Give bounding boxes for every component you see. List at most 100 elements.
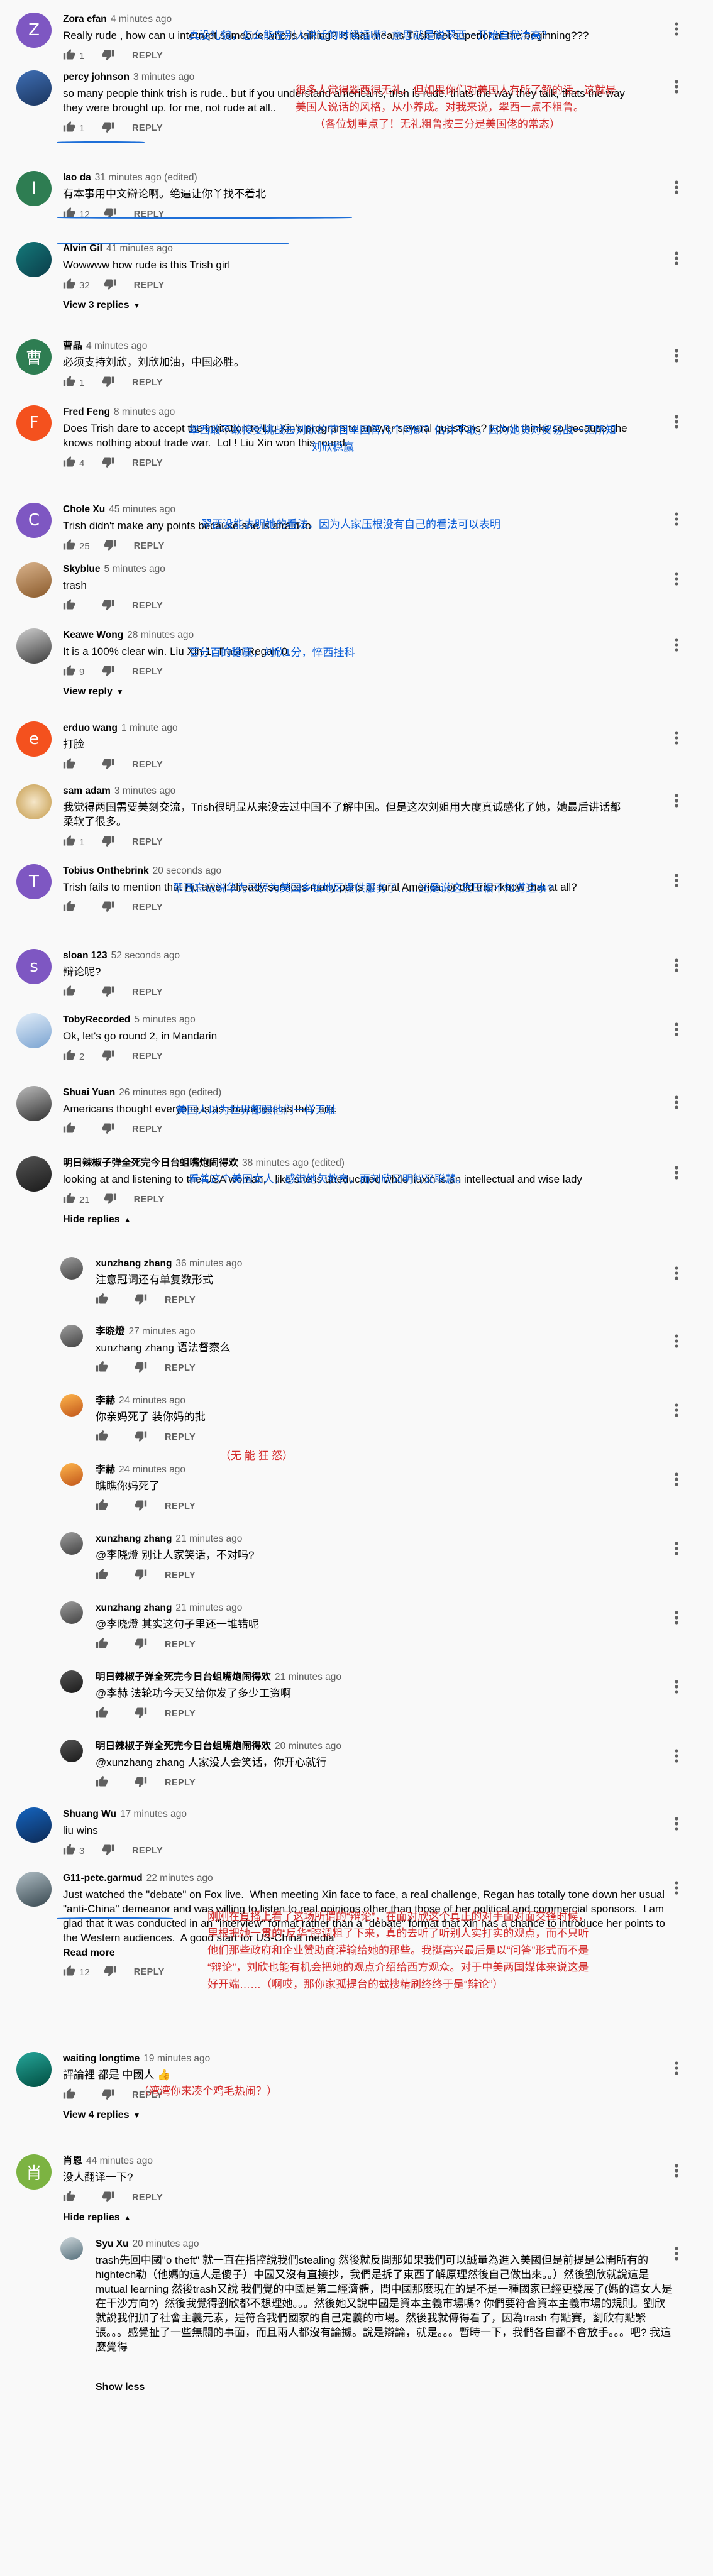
author-name[interactable]: xunzhang zhang <box>96 1603 172 1613</box>
replies-toggle[interactable]: Hide replies ▲ <box>63 2212 131 2223</box>
comment-timestamp[interactable]: 24 minutes ago <box>119 1464 185 1475</box>
comment-timestamp[interactable]: 4 minutes ago <box>111 14 172 25</box>
avatar[interactable]: e <box>16 721 52 757</box>
dislike-button[interactable] <box>135 1361 147 1376</box>
like-button[interactable] <box>63 835 75 850</box>
like-button[interactable] <box>63 1843 75 1858</box>
dislike-button[interactable] <box>135 1775 147 1790</box>
comment-timestamp[interactable]: 21 minutes ago <box>175 1603 242 1613</box>
avatar[interactable] <box>16 784 52 819</box>
reply-button[interactable]: REPLY <box>134 1967 165 1977</box>
more-vert-icon[interactable] <box>670 1674 683 1699</box>
author-name[interactable]: TobyRecorded <box>63 1014 130 1025</box>
dislike-button[interactable] <box>135 1499 147 1514</box>
avatar[interactable] <box>60 1257 83 1280</box>
comment-timestamp[interactable]: 3 minutes ago <box>114 786 175 796</box>
avatar[interactable]: Z <box>16 13 52 48</box>
like-button[interactable] <box>63 900 75 915</box>
author-name[interactable]: Keawe Wong <box>63 630 123 640</box>
more-vert-icon[interactable] <box>670 1605 683 1630</box>
like-button[interactable] <box>63 1122 75 1137</box>
dislike-button[interactable] <box>104 539 116 554</box>
dislike-button[interactable] <box>135 1568 147 1583</box>
more-vert-icon[interactable] <box>670 409 683 434</box>
like-button[interactable] <box>96 1706 108 1721</box>
avatar[interactable] <box>60 1532 83 1555</box>
dislike-button[interactable] <box>135 1706 147 1721</box>
reply-button[interactable]: REPLY <box>132 837 163 847</box>
reply-button[interactable]: REPLY <box>132 601 163 611</box>
author-name[interactable]: waiting longtime <box>63 2053 140 2064</box>
like-button[interactable] <box>63 121 75 136</box>
reply-button[interactable]: REPLY <box>134 541 165 551</box>
author-name[interactable]: xunzhang zhang <box>96 1533 172 1544</box>
avatar[interactable] <box>16 1872 52 1907</box>
comment-timestamp[interactable]: 45 minutes ago <box>109 504 175 515</box>
avatar[interactable]: 肖 <box>16 2154 52 2190</box>
reply-button[interactable]: REPLY <box>132 902 163 913</box>
more-vert-icon[interactable] <box>670 1329 683 1354</box>
comment-timestamp[interactable]: 26 minutes ago (edited) <box>119 1087 221 1098</box>
comment-timestamp[interactable]: 1 minute ago <box>121 723 178 733</box>
show-less-link[interactable]: Show less <box>96 2382 145 2393</box>
comment-timestamp[interactable]: 20 minutes ago <box>133 2239 199 2249</box>
more-vert-icon[interactable] <box>670 1017 683 1042</box>
avatar[interactable] <box>16 1086 52 1121</box>
comment-timestamp[interactable]: 3 minutes ago <box>133 72 194 82</box>
dislike-button[interactable] <box>102 598 114 613</box>
author-name[interactable]: sam adam <box>63 786 111 796</box>
dislike-button[interactable] <box>102 2088 114 2103</box>
dislike-button[interactable] <box>102 1122 114 1137</box>
reply-button[interactable]: REPLY <box>165 1295 196 1305</box>
more-vert-icon[interactable] <box>670 1811 683 1836</box>
avatar[interactable] <box>16 562 52 598</box>
comment-timestamp[interactable]: 5 minutes ago <box>104 564 165 574</box>
avatar[interactable]: s <box>16 949 52 984</box>
dislike-button[interactable] <box>104 1965 116 1980</box>
reply-button[interactable]: REPLY <box>165 1501 196 1511</box>
comment-timestamp[interactable]: 8 minutes ago <box>114 407 175 417</box>
reply-button[interactable]: REPLY <box>132 123 163 133</box>
more-vert-icon[interactable] <box>670 868 683 893</box>
more-vert-icon[interactable] <box>670 507 683 532</box>
comment-timestamp[interactable]: 31 minutes ago (edited) <box>95 172 197 183</box>
like-button[interactable] <box>63 207 75 222</box>
reply-button[interactable]: REPLY <box>132 760 163 770</box>
reply-button[interactable]: REPLY <box>134 1195 165 1205</box>
avatar[interactable] <box>60 1601 83 1624</box>
comment-timestamp[interactable]: 52 seconds ago <box>111 950 180 961</box>
comment-timestamp[interactable]: 36 minutes ago <box>175 1258 242 1269</box>
comment-timestamp[interactable]: 19 minutes ago <box>143 2053 210 2064</box>
avatar[interactable]: l <box>16 171 52 206</box>
comment-timestamp[interactable]: 22 minutes ago <box>146 1873 213 1883</box>
comment-timestamp[interactable]: 20 minutes ago <box>275 1741 341 1751</box>
more-vert-icon[interactable] <box>670 788 683 813</box>
more-vert-icon[interactable] <box>670 16 683 41</box>
comment-timestamp[interactable]: 41 minutes ago <box>106 243 173 254</box>
like-button[interactable] <box>63 985 75 1000</box>
reply-button[interactable]: REPLY <box>165 1778 196 1788</box>
like-button[interactable] <box>63 375 75 390</box>
author-name[interactable]: Syu Xu <box>96 2239 129 2249</box>
more-vert-icon[interactable] <box>670 632 683 657</box>
dislike-button[interactable] <box>102 757 114 772</box>
like-button[interactable] <box>63 1192 75 1207</box>
comment-timestamp[interactable]: 4 minutes ago <box>86 341 147 351</box>
dislike-button[interactable] <box>102 985 114 1000</box>
avatar[interactable] <box>16 70 52 106</box>
avatar[interactable] <box>16 1156 52 1192</box>
more-vert-icon[interactable] <box>670 953 683 978</box>
dislike-button[interactable] <box>102 664 114 679</box>
comment-timestamp[interactable]: 5 minutes ago <box>134 1014 195 1025</box>
dislike-button[interactable] <box>104 278 116 293</box>
author-name[interactable]: 李晓燈 <box>96 1326 125 1337</box>
reply-button[interactable]: REPLY <box>134 280 165 290</box>
author-name[interactable]: Shuai Yuan <box>63 1087 115 1098</box>
avatar[interactable]: F <box>16 405 52 441</box>
comment-timestamp[interactable]: 24 minutes ago <box>119 1395 185 1406</box>
dislike-button[interactable] <box>102 48 114 63</box>
replies-toggle[interactable]: View 3 replies ▼ <box>63 300 140 311</box>
replies-toggle[interactable]: View reply ▼ <box>63 686 124 698</box>
reply-button[interactable]: REPLY <box>132 987 163 997</box>
reply-button[interactable]: REPLY <box>165 1570 196 1581</box>
